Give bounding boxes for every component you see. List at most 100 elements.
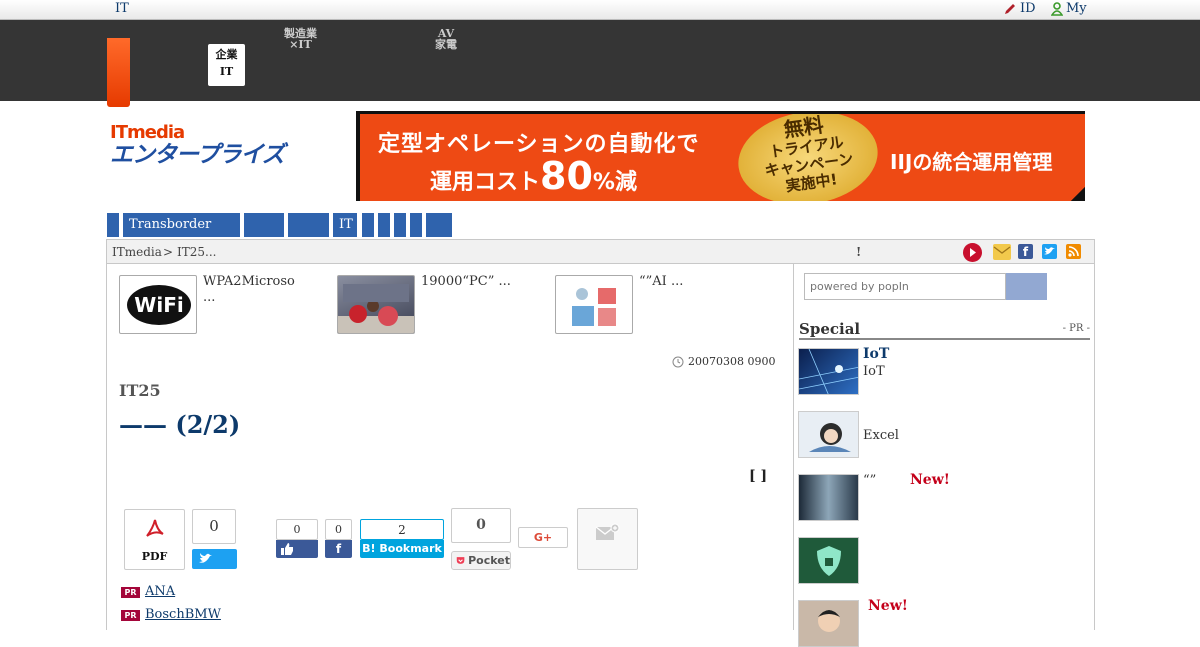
my-link[interactable]: My [1051, 1, 1087, 16]
breadcrumb: ITmedia > IT25... ! f [106, 239, 1095, 264]
new-badge: New! [910, 472, 950, 488]
special-title: Special [799, 320, 861, 338]
fb-share-icon: f [335, 542, 342, 556]
pocket-count: 0 [451, 508, 511, 543]
article-headline: —— (2/2) [119, 410, 241, 439]
add-mail-button[interactable] [577, 508, 638, 570]
category-tab-6[interactable] [362, 213, 374, 237]
sidebar: Special - PR - IoT IoT Excel “” New! New… [793, 264, 1095, 647]
special-thumb-person[interactable] [798, 600, 859, 647]
mail-icon[interactable] [993, 244, 1011, 260]
category-tab-4[interactable] [288, 213, 329, 237]
special-thumb-iot[interactable] [798, 348, 859, 395]
search-box [804, 273, 1047, 300]
pr-link-bosch[interactable]: BoschBMW [145, 607, 251, 622]
like-button[interactable] [276, 540, 318, 558]
special-thumb-security[interactable] [798, 537, 859, 584]
user-icon [1051, 1, 1063, 16]
article-content: WiFi WPA2Microso ... 19000“PC” ... “”AI … [106, 264, 793, 630]
breadcrumb-current[interactable]: IT25... [177, 245, 216, 259]
special-pr-label: - PR - [1062, 323, 1090, 334]
clock-icon [672, 356, 684, 367]
mail-add-icon [595, 523, 619, 540]
category-tab-1[interactable] [107, 213, 119, 237]
thumbs-up-icon [281, 543, 293, 555]
tweet-button[interactable] [192, 549, 237, 569]
banner-line2: 運用コスト80%減 [430, 154, 637, 198]
special-item-iot[interactable]: IoT IoT [863, 346, 889, 380]
twitter-bird-icon [199, 553, 212, 563]
search-input[interactable] [804, 273, 1006, 300]
related-title-1[interactable]: WPA2Microso ... [203, 274, 295, 306]
category-tab-transborder[interactable]: Transborder [123, 213, 240, 237]
special-header: Special - PR - [799, 320, 1090, 340]
nav-tab-enterprise-line2: IT [219, 65, 234, 78]
logo-itmedia: ITmedia [110, 122, 185, 143]
nav-tab-av[interactable]: AV 家電 [435, 28, 457, 50]
nav-tab-av-line2: 家電 [435, 38, 457, 51]
facebook-icon[interactable]: f [1018, 244, 1033, 259]
category-tab-10[interactable] [426, 213, 452, 237]
article-date: 20070308 0900 [672, 355, 775, 368]
tweet-count: 0 [192, 509, 236, 544]
category-tab-8[interactable] [394, 213, 406, 237]
category-tab-3[interactable] [244, 213, 284, 237]
special-thumb-datacenter[interactable] [798, 474, 859, 521]
pocket-icon [456, 557, 465, 564]
nav-tab-manufacturing[interactable]: 製造業 ×IT [284, 28, 317, 50]
pr-badge: PR [121, 587, 140, 598]
category-tab-it[interactable]: IT [333, 213, 357, 237]
related-thumb-ai[interactable] [555, 275, 633, 334]
breadcrumb-mark: ! [856, 245, 862, 259]
search-button[interactable] [1006, 273, 1047, 300]
pdf-icon [145, 519, 164, 537]
special-item-3[interactable]: “” [863, 472, 876, 489]
top-strip: IT ID My [0, 0, 1200, 20]
fb-share-button[interactable]: f [325, 540, 352, 558]
related-title-2[interactable]: 19000“PC” ... [421, 274, 511, 290]
special-thumb-excel[interactable] [798, 411, 859, 458]
banner-corner [1070, 186, 1085, 201]
article-series: IT25 [119, 381, 161, 400]
article-bracket: [ ] [749, 468, 768, 484]
site-nav-bar: 企業 IT 製造業 ×IT AV 家電 [0, 20, 1200, 107]
related-thumb-wifi[interactable]: WiFi [119, 275, 197, 334]
my-label: My [1066, 1, 1087, 16]
related-thumb-classroom[interactable] [337, 275, 415, 334]
ad-banner[interactable]: 定型オペレーションの自動化で 運用コスト80%減 無料 トライアル キャンペーン… [356, 111, 1085, 201]
nav-tab-enterprise[interactable]: 企業 IT [208, 44, 245, 86]
new-badge: New! [868, 598, 908, 614]
banner-line3: IIJの統合運用管理 [890, 150, 1053, 174]
pencil-icon [1005, 3, 1015, 14]
pocket-button[interactable]: Pocket [451, 551, 511, 570]
fb-share-count: 0 [325, 519, 352, 540]
login-label: ID [1020, 1, 1036, 16]
category-tab-7[interactable] [378, 213, 390, 237]
nav-tab-enterprise-line1: 企業 [215, 48, 238, 61]
top-brand-link[interactable]: IT [115, 1, 129, 16]
pdf-label: PDF [141, 550, 168, 563]
login-link[interactable]: ID [1003, 1, 1036, 16]
pdf-button[interactable]: PDF [124, 509, 185, 570]
site-tab-orange[interactable] [107, 38, 130, 107]
pocket-label: Pocket [468, 554, 510, 567]
article-date-text: 20070308 0900 [688, 355, 776, 368]
pr-link-ana[interactable]: ANA [145, 584, 193, 599]
nav-tab-manufacturing-line2: ×IT [289, 38, 312, 51]
rss-feed-icon[interactable] [1066, 244, 1081, 259]
like-count: 0 [276, 519, 318, 540]
gplus-button[interactable]: G+ [518, 527, 568, 548]
breadcrumb-root[interactable]: ITmedia [112, 245, 162, 259]
category-tab-9[interactable] [410, 213, 422, 237]
rss-arrow-icon[interactable] [963, 243, 982, 262]
site-logo[interactable]: ITmedia エンタープライズ [110, 124, 312, 170]
banner-seal: 無料 トライアル キャンペーン 実施中! [732, 114, 884, 201]
hatena-count: 2 [360, 519, 444, 540]
related-title-3[interactable]: “”AI ... [639, 274, 683, 290]
special-item-excel[interactable]: Excel [863, 427, 899, 444]
twitter-icon[interactable] [1042, 244, 1057, 259]
breadcrumb-sep: > [163, 245, 174, 259]
logo-enterprise: エンタープライズ [110, 142, 285, 168]
hatena-bookmark-button[interactable]: B! Bookmark [360, 540, 444, 558]
pr-badge: PR [121, 610, 140, 621]
